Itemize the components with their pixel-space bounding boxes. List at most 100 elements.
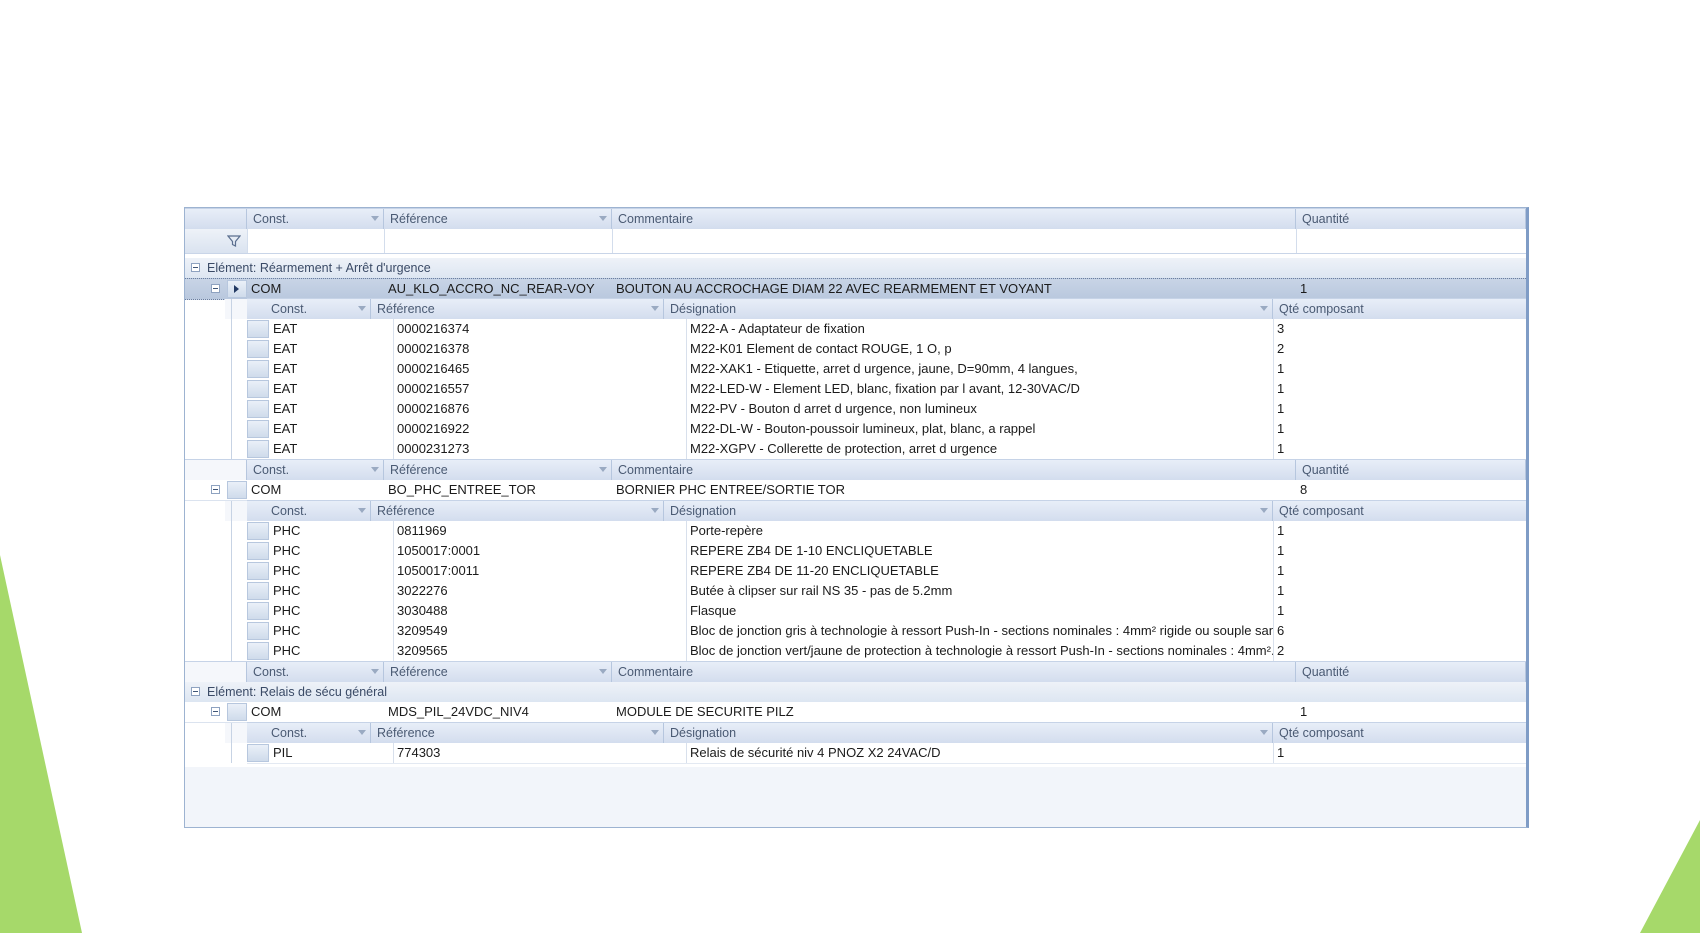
component-row[interactable]: EAT 0000216876 M22-PV - Bouton d arret d u… [247,399,1526,420]
collapse-toggle-icon[interactable] [211,284,220,293]
col-header-reference[interactable]: Référence [384,662,612,682]
detail-col-header-designation[interactable]: Désignation [664,299,1273,319]
group-row[interactable]: Elément: Réarmement + Arrêt d'urgence [185,258,1526,279]
component-row-selector[interactable] [247,320,269,338]
cell-component-qte[interactable]: 1 [1273,399,1526,419]
cell-component-designation[interactable]: Bloc de jonction vert/jaune de protectio… [686,641,1273,661]
cell-component-designation[interactable]: M22-DL-W - Bouton-poussoir lumineux, pla… [686,419,1273,439]
filter-input-const[interactable] [247,229,385,253]
group-row[interactable]: Elément: Relais de sécu général [185,682,1526,703]
col-header-const[interactable]: Const. [247,662,384,682]
cell-component-reference[interactable]: 3030488 [393,601,686,621]
cell-component-designation[interactable]: M22-LED-W - Element LED, blanc, fixation… [686,379,1273,399]
cell-component-designation[interactable]: Flasque [686,601,1273,621]
cell-component-qte[interactable]: 2 [1273,641,1526,661]
cell-component-const[interactable]: PIL [269,743,393,763]
master-row[interactable]: COM AU_KLO_ACCRO_NC_REAR-VOY BOUTON AU ACC… [185,278,1526,300]
cell-component-qte[interactable]: 1 [1273,601,1526,621]
cell-component-reference[interactable]: 0000216465 [393,359,686,379]
filter-input-quantite[interactable] [1296,229,1526,253]
detail-col-header-qte[interactable]: Qté composant [1273,501,1526,521]
cell-component-const[interactable]: EAT [269,439,393,459]
component-row-selector[interactable] [247,440,269,458]
cell-component-const[interactable]: EAT [269,399,393,419]
detail-col-header-const[interactable]: Const. [247,299,371,319]
cell-component-reference[interactable]: 3022276 [393,581,686,601]
component-row[interactable]: PHC 3022276 Butée à clipser sur rail NS 35… [247,581,1526,602]
component-row[interactable]: EAT 0000231273 M22-XGPV - Collerette de pr… [247,439,1526,460]
cell-component-reference[interactable]: 1050017:0001 [393,541,686,561]
cell-component-qte[interactable]: 1 [1273,419,1526,439]
cell-reference[interactable]: MDS_PIL_24VDC_NIV4 [384,702,612,722]
cell-component-qte[interactable]: 1 [1273,359,1526,379]
cell-const[interactable]: COM [247,702,384,722]
cell-component-designation[interactable]: REPERE ZB4 DE 11-20 ENCLIQUETABLE [686,561,1273,581]
cell-component-reference[interactable]: 3209565 [393,641,686,661]
cell-component-const[interactable]: PHC [269,621,393,641]
cell-component-reference[interactable]: 3209549 [393,621,686,641]
component-row[interactable]: PHC 1050017:0001 REPERE ZB4 DE 1-10 ENCLIQ… [247,541,1526,562]
cell-component-qte[interactable]: 1 [1273,439,1526,459]
collapse-toggle-icon[interactable] [211,707,220,716]
cell-component-reference[interactable]: 0000216374 [393,319,686,339]
component-row[interactable]: PHC 3209549 Bloc de jonction gris à techno… [247,621,1526,642]
component-row-selector[interactable] [247,622,269,640]
component-row-selector[interactable] [247,400,269,418]
collapse-toggle-icon[interactable] [191,687,200,696]
col-header-quantite[interactable]: Quantité [1296,662,1526,682]
cell-component-qte[interactable]: 1 [1273,521,1526,541]
col-header-const[interactable]: Const. [247,209,384,229]
component-row-selector[interactable] [247,582,269,600]
component-row-selector[interactable] [247,642,269,660]
cell-component-qte[interactable]: 1 [1273,581,1526,601]
filter-icon[interactable] [227,234,241,248]
component-row[interactable]: EAT 0000216465 M22-XAK1 - Etiquette, arret… [247,359,1526,380]
col-header-quantite[interactable]: Quantité [1296,209,1526,229]
cell-component-designation[interactable]: M22-XGPV - Collerette de protection, arr… [686,439,1273,459]
component-row-selector[interactable] [247,744,269,762]
cell-component-const[interactable]: PHC [269,561,393,581]
bom-grid[interactable]: Const. Référence Commentaire Quantité El… [184,207,1529,828]
filter-input-reference[interactable] [384,229,613,253]
cell-component-designation[interactable]: M22-PV - Bouton d arret d urgence, non l… [686,399,1273,419]
cell-component-const[interactable]: PHC [269,601,393,621]
cell-reference[interactable]: AU_KLO_ACCRO_NC_REAR-VOY [384,279,612,299]
component-row[interactable]: EAT 0000216378 M22-K01 Element de contact … [247,339,1526,360]
cell-const[interactable]: COM [247,480,384,500]
col-header-const[interactable]: Const. [247,460,384,480]
cell-component-qte[interactable]: 3 [1273,319,1526,339]
collapse-toggle-icon[interactable] [211,485,220,494]
master-row[interactable]: COM BO_PHC_ENTREE_TOR BORNIER PHC ENTREE/S… [185,480,1526,501]
detail-col-header-reference[interactable]: Référence [371,299,664,319]
cell-component-designation[interactable]: M22-XAK1 - Etiquette, arret d urgence, j… [686,359,1273,379]
cell-component-designation[interactable]: REPERE ZB4 DE 1-10 ENCLIQUETABLE [686,541,1273,561]
cell-component-const[interactable]: EAT [269,419,393,439]
cell-component-qte[interactable]: 2 [1273,339,1526,359]
cell-component-designation[interactable]: Butée à clipser sur rail NS 35 - pas de … [686,581,1273,601]
filter-input-commentaire[interactable] [612,229,1297,253]
component-row-selector[interactable] [247,420,269,438]
detail-col-header-const[interactable]: Const. [247,501,371,521]
component-row-selector[interactable] [247,340,269,358]
cell-component-reference[interactable]: 0000216557 [393,379,686,399]
cell-component-qte[interactable]: 6 [1273,621,1526,641]
cell-component-const[interactable]: PHC [269,521,393,541]
cell-reference[interactable]: BO_PHC_ENTREE_TOR [384,480,612,500]
cell-component-const[interactable]: EAT [269,359,393,379]
cell-component-const[interactable]: EAT [269,339,393,359]
row-selector[interactable] [227,280,247,298]
detail-col-header-const[interactable]: Const. [247,723,371,743]
component-row-selector[interactable] [247,602,269,620]
component-row[interactable]: EAT 0000216557 M22-LED-W - Element LED, bl… [247,379,1526,400]
cell-component-qte[interactable]: 1 [1273,743,1526,763]
filter-cell[interactable] [185,229,248,253]
detail-col-header-reference[interactable]: Référence [371,501,664,521]
cell-component-reference[interactable]: 1050017:0011 [393,561,686,581]
col-header-commentaire[interactable]: Commentaire [612,460,1296,480]
component-row-selector[interactable] [247,562,269,580]
cell-component-designation[interactable]: M22-K01 Element de contact ROUGE, 1 O, p [686,339,1273,359]
detail-col-header-qte[interactable]: Qté composant [1273,299,1526,319]
detail-col-header-designation[interactable]: Désignation [664,723,1273,743]
cell-component-const[interactable]: PHC [269,541,393,561]
cell-component-designation[interactable]: Porte-repère [686,521,1273,541]
